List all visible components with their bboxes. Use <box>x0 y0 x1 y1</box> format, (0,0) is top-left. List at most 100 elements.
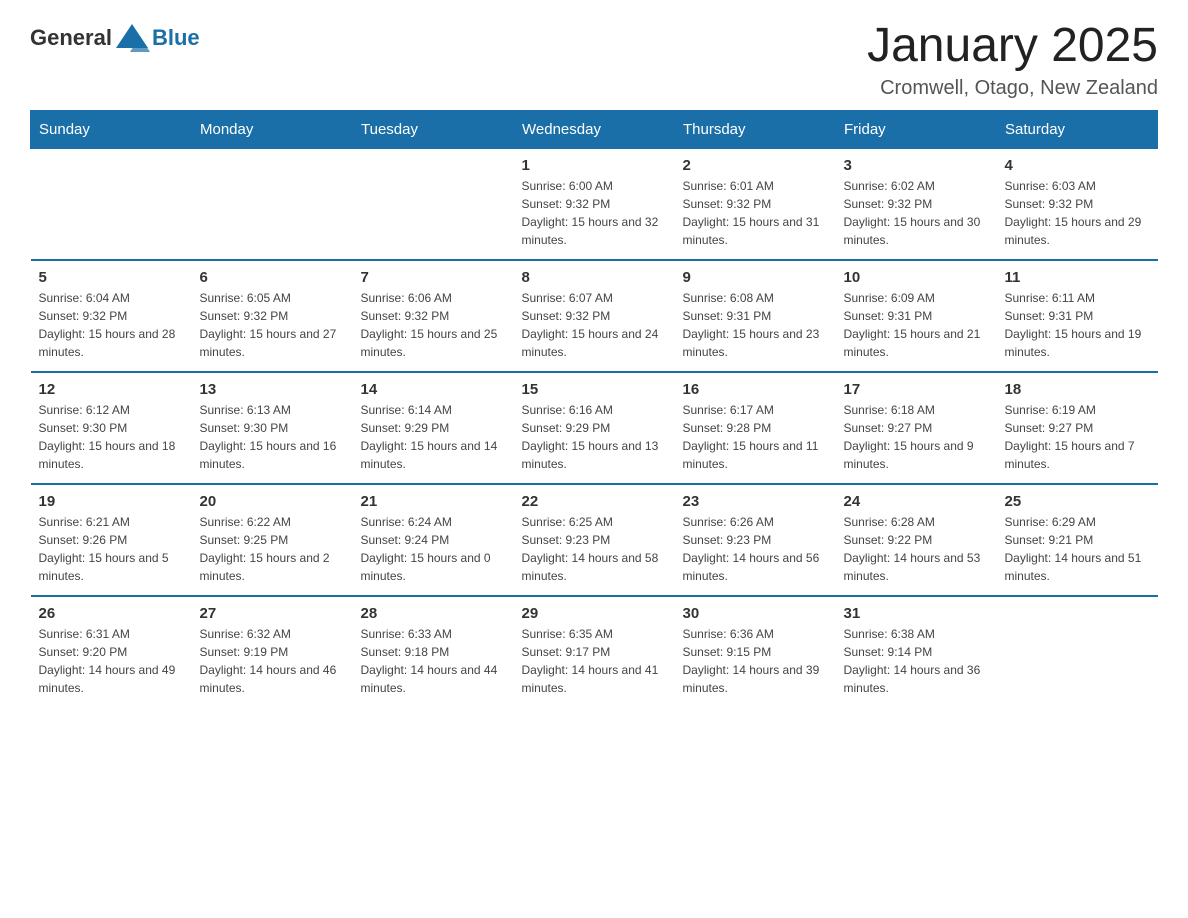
day-number: 5 <box>39 269 184 286</box>
calendar-cell <box>353 148 514 260</box>
calendar-cell: 12Sunrise: 6:12 AMSunset: 9:30 PMDayligh… <box>31 372 192 484</box>
calendar-header-friday: Friday <box>836 110 997 148</box>
day-number: 22 <box>522 493 667 510</box>
day-number: 28 <box>361 605 506 622</box>
day-info: Sunrise: 6:19 AMSunset: 9:27 PMDaylight:… <box>1005 401 1150 473</box>
calendar-week-row: 12Sunrise: 6:12 AMSunset: 9:30 PMDayligh… <box>31 372 1158 484</box>
calendar-cell: 31Sunrise: 6:38 AMSunset: 9:14 PMDayligh… <box>836 596 997 707</box>
day-info: Sunrise: 6:07 AMSunset: 9:32 PMDaylight:… <box>522 289 667 361</box>
logo-blue-text: Blue <box>152 25 200 51</box>
day-number: 6 <box>200 269 345 286</box>
calendar-cell: 24 Sunrise: 6:28 AMSunset: 9:22 PMDayligh… <box>836 484 997 596</box>
calendar-cell: 6 Sunrise: 6:05 AMSunset: 9:32 PMDaylight… <box>192 260 353 372</box>
calendar-cell: 11Sunrise: 6:11 AMSunset: 9:31 PMDayligh… <box>997 260 1158 372</box>
day-number: 13 <box>200 381 345 398</box>
calendar-cell: 30 Sunrise: 6:36 AMSunset: 9:15 PMDayligh… <box>675 596 836 707</box>
day-info: Sunrise: 6:09 AMSunset: 9:31 PMDaylight:… <box>844 289 989 361</box>
calendar-table: SundayMondayTuesdayWednesdayThursdayFrid… <box>30 110 1158 707</box>
calendar-cell: 2 Sunrise: 6:01 AMSunset: 9:32 PMDaylight… <box>675 148 836 260</box>
day-number: 9 <box>683 269 828 286</box>
day-info: Sunrise: 6:33 AMSunset: 9:18 PMDaylight:… <box>361 625 506 697</box>
page-header: General Blue January 2025 Cromwell, Otag… <box>30 20 1158 100</box>
day-info: Sunrise: 6:26 AMSunset: 9:23 PMDaylight:… <box>683 513 828 585</box>
calendar-cell: 10Sunrise: 6:09 AMSunset: 9:31 PMDayligh… <box>836 260 997 372</box>
day-info: Sunrise: 6:21 AMSunset: 9:26 PMDaylight:… <box>39 513 184 585</box>
day-info: Sunrise: 6:32 AMSunset: 9:19 PMDaylight:… <box>200 625 345 697</box>
calendar-cell: 1Sunrise: 6:00 AMSunset: 9:32 PMDaylight… <box>514 148 675 260</box>
day-info: Sunrise: 6:36 AMSunset: 9:15 PMDaylight:… <box>683 625 828 697</box>
day-number: 31 <box>844 605 989 622</box>
day-number: 1 <box>522 157 667 174</box>
day-number: 17 <box>844 381 989 398</box>
day-number: 14 <box>361 381 506 398</box>
day-info: Sunrise: 6:22 AMSunset: 9:25 PMDaylight:… <box>200 513 345 585</box>
day-info: Sunrise: 6:11 AMSunset: 9:31 PMDaylight:… <box>1005 289 1150 361</box>
calendar-cell: 23 Sunrise: 6:26 AMSunset: 9:23 PMDayligh… <box>675 484 836 596</box>
calendar-cell: 20Sunrise: 6:22 AMSunset: 9:25 PMDayligh… <box>192 484 353 596</box>
calendar-cell: 9 Sunrise: 6:08 AMSunset: 9:31 PMDaylight… <box>675 260 836 372</box>
calendar-cell: 14 Sunrise: 6:14 AMSunset: 9:29 PMDayligh… <box>353 372 514 484</box>
day-number: 24 <box>844 493 989 510</box>
calendar-cell: 22 Sunrise: 6:25 AMSunset: 9:23 PMDayligh… <box>514 484 675 596</box>
day-info: Sunrise: 6:24 AMSunset: 9:24 PMDaylight:… <box>361 513 506 585</box>
day-number: 4 <box>1005 157 1150 174</box>
calendar-cell: 13 Sunrise: 6:13 AMSunset: 9:30 PMDayligh… <box>192 372 353 484</box>
calendar-cell: 19Sunrise: 6:21 AMSunset: 9:26 PMDayligh… <box>31 484 192 596</box>
day-info: Sunrise: 6:14 AMSunset: 9:29 PMDaylight:… <box>361 401 506 473</box>
calendar-week-row: 5 Sunrise: 6:04 AMSunset: 9:32 PMDaylight… <box>31 260 1158 372</box>
day-info: Sunrise: 6:06 AMSunset: 9:32 PMDaylight:… <box>361 289 506 361</box>
calendar-header-wednesday: Wednesday <box>514 110 675 148</box>
day-info: Sunrise: 6:16 AMSunset: 9:29 PMDaylight:… <box>522 401 667 473</box>
day-number: 15 <box>522 381 667 398</box>
calendar-cell: 21 Sunrise: 6:24 AMSunset: 9:24 PMDayligh… <box>353 484 514 596</box>
day-number: 8 <box>522 269 667 286</box>
day-info: Sunrise: 6:03 AMSunset: 9:32 PMDaylight:… <box>1005 177 1150 249</box>
day-info: Sunrise: 6:05 AMSunset: 9:32 PMDaylight:… <box>200 289 345 361</box>
calendar-header-monday: Monday <box>192 110 353 148</box>
calendar-week-row: 1Sunrise: 6:00 AMSunset: 9:32 PMDaylight… <box>31 148 1158 260</box>
calendar-week-row: 19Sunrise: 6:21 AMSunset: 9:26 PMDayligh… <box>31 484 1158 596</box>
day-number: 27 <box>200 605 345 622</box>
day-info: Sunrise: 6:13 AMSunset: 9:30 PMDaylight:… <box>200 401 345 473</box>
calendar-cell <box>31 148 192 260</box>
calendar-cell: 28 Sunrise: 6:33 AMSunset: 9:18 PMDayligh… <box>353 596 514 707</box>
calendar-cell: 8 Sunrise: 6:07 AMSunset: 9:32 PMDaylight… <box>514 260 675 372</box>
day-number: 30 <box>683 605 828 622</box>
day-number: 26 <box>39 605 184 622</box>
day-info: Sunrise: 6:02 AMSunset: 9:32 PMDaylight:… <box>844 177 989 249</box>
day-info: Sunrise: 6:31 AMSunset: 9:20 PMDaylight:… <box>39 625 184 697</box>
calendar-cell: 17Sunrise: 6:18 AMSunset: 9:27 PMDayligh… <box>836 372 997 484</box>
day-number: 18 <box>1005 381 1150 398</box>
calendar-cell: 25Sunrise: 6:29 AMSunset: 9:21 PMDayligh… <box>997 484 1158 596</box>
day-number: 21 <box>361 493 506 510</box>
day-number: 2 <box>683 157 828 174</box>
day-number: 12 <box>39 381 184 398</box>
calendar-cell: 15 Sunrise: 6:16 AMSunset: 9:29 PMDayligh… <box>514 372 675 484</box>
title-block: January 2025 Cromwell, Otago, New Zealan… <box>867 20 1158 100</box>
logo[interactable]: General Blue <box>30 20 200 56</box>
calendar-cell: 18 Sunrise: 6:19 AMSunset: 9:27 PMDayligh… <box>997 372 1158 484</box>
logo-general-text: General <box>30 25 112 51</box>
day-info: Sunrise: 6:04 AMSunset: 9:32 PMDaylight:… <box>39 289 184 361</box>
calendar-cell: 16 Sunrise: 6:17 AMSunset: 9:28 PMDayligh… <box>675 372 836 484</box>
calendar-cell: 4 Sunrise: 6:03 AMSunset: 9:32 PMDaylight… <box>997 148 1158 260</box>
page-title: January 2025 <box>867 20 1158 73</box>
calendar-week-row: 26 Sunrise: 6:31 AMSunset: 9:20 PMDayligh… <box>31 596 1158 707</box>
calendar-cell: 27 Sunrise: 6:32 AMSunset: 9:19 PMDayligh… <box>192 596 353 707</box>
calendar-header-row: SundayMondayTuesdayWednesdayThursdayFrid… <box>31 110 1158 148</box>
day-info: Sunrise: 6:35 AMSunset: 9:17 PMDaylight:… <box>522 625 667 697</box>
day-number: 7 <box>361 269 506 286</box>
day-info: Sunrise: 6:25 AMSunset: 9:23 PMDaylight:… <box>522 513 667 585</box>
day-info: Sunrise: 6:08 AMSunset: 9:31 PMDaylight:… <box>683 289 828 361</box>
day-info: Sunrise: 6:29 AMSunset: 9:21 PMDaylight:… <box>1005 513 1150 585</box>
calendar-cell: 3Sunrise: 6:02 AMSunset: 9:32 PMDaylight… <box>836 148 997 260</box>
day-info: Sunrise: 6:28 AMSunset: 9:22 PMDaylight:… <box>844 513 989 585</box>
page-subtitle: Cromwell, Otago, New Zealand <box>867 77 1158 100</box>
calendar-header-tuesday: Tuesday <box>353 110 514 148</box>
calendar-cell <box>997 596 1158 707</box>
day-number: 16 <box>683 381 828 398</box>
day-info: Sunrise: 6:01 AMSunset: 9:32 PMDaylight:… <box>683 177 828 249</box>
calendar-header-saturday: Saturday <box>997 110 1158 148</box>
day-info: Sunrise: 6:17 AMSunset: 9:28 PMDaylight:… <box>683 401 828 473</box>
day-number: 23 <box>683 493 828 510</box>
